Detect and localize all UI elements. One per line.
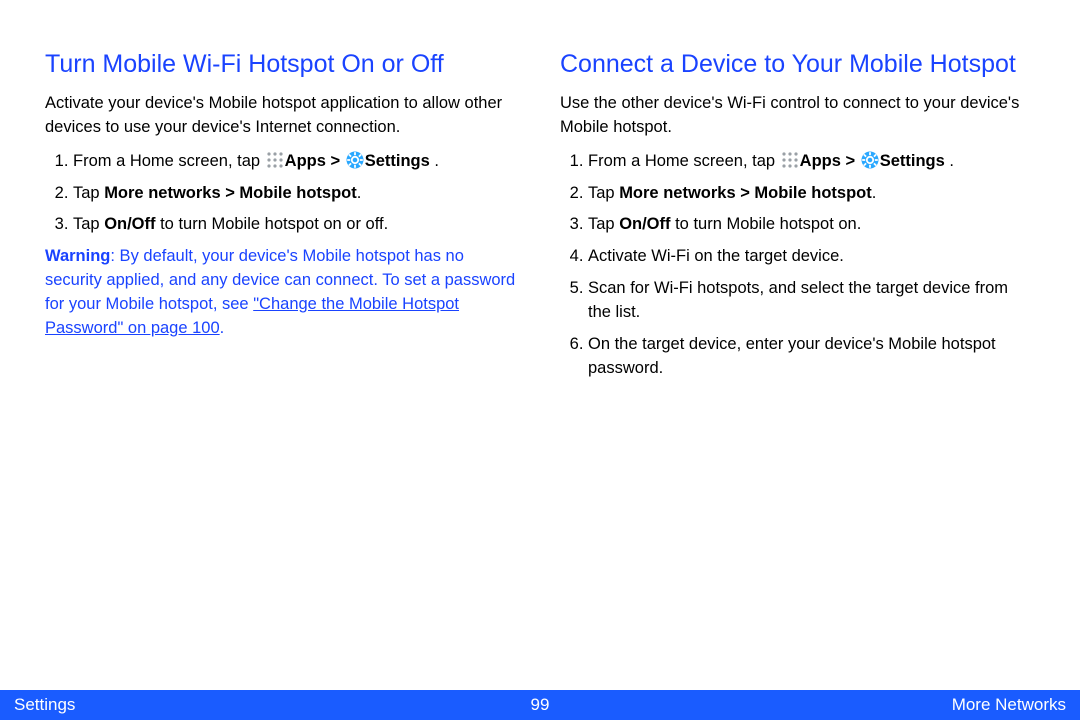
steps-right: From a Home screen, tap Apps > Settings … xyxy=(560,150,1035,381)
footer-left: Settings xyxy=(14,695,75,715)
step-2-right: Tap More networks > Mobile hotspot. xyxy=(588,182,1035,206)
step-text: From a Home screen, tap xyxy=(73,152,265,170)
apps-icon xyxy=(781,151,799,169)
settings-icon xyxy=(346,151,364,169)
settings-label: Settings xyxy=(880,152,945,170)
step-text: From a Home screen, tap xyxy=(588,152,780,170)
footer-right: More Networks xyxy=(952,695,1066,715)
step-text-post: . xyxy=(872,184,877,202)
step-text: Tap xyxy=(588,184,619,202)
more-networks-label: More networks > Mobile hotspot xyxy=(104,184,357,202)
apps-icon xyxy=(266,151,284,169)
step-text: Tap xyxy=(588,215,619,233)
right-column: Connect a Device to Your Mobile Hotspot … xyxy=(560,48,1035,720)
step-3-right: Tap On/Off to turn Mobile hotspot on. xyxy=(588,213,1035,237)
warning-note: Warning: By default, your device's Mobil… xyxy=(45,245,520,341)
apps-label: Apps > xyxy=(800,152,860,170)
step-5-right: Scan for Wi-Fi hotspots, and select the … xyxy=(588,277,1035,325)
step-text: Tap xyxy=(73,184,104,202)
step-3-left: Tap On/Off to turn Mobile hotspot on or … xyxy=(73,213,520,237)
step-text-post: to turn Mobile hotspot on or off. xyxy=(156,215,389,233)
warning-label: Warning xyxy=(45,247,110,265)
steps-left: From a Home screen, tap Apps > Settings … xyxy=(45,150,520,238)
onoff-label: On/Off xyxy=(104,215,155,233)
left-column: Turn Mobile Wi-Fi Hotspot On or Off Acti… xyxy=(45,48,520,720)
page-number: 99 xyxy=(531,695,550,715)
intro-left: Activate your device's Mobile hotspot ap… xyxy=(45,92,520,140)
step-text-post: . xyxy=(357,184,362,202)
step-1-left: From a Home screen, tap Apps > Settings … xyxy=(73,150,520,174)
intro-right: Use the other device's Wi-Fi control to … xyxy=(560,92,1035,140)
heading-connect-device: Connect a Device to Your Mobile Hotspot xyxy=(560,48,1035,82)
step-text-post: . xyxy=(945,152,954,170)
step-1-right: From a Home screen, tap Apps > Settings … xyxy=(588,150,1035,174)
step-text-post: . xyxy=(430,152,439,170)
step-text-post: to turn Mobile hotspot on. xyxy=(671,215,862,233)
more-networks-label: More networks > Mobile hotspot xyxy=(619,184,872,202)
step-4-right: Activate Wi-Fi on the target device. xyxy=(588,245,1035,269)
onoff-label: On/Off xyxy=(619,215,670,233)
step-text: Tap xyxy=(73,215,104,233)
settings-label: Settings xyxy=(365,152,430,170)
step-2-left: Tap More networks > Mobile hotspot. xyxy=(73,182,520,206)
step-6-right: On the target device, enter your device'… xyxy=(588,333,1035,381)
settings-icon xyxy=(861,151,879,169)
page-footer: Settings 99 More Networks xyxy=(0,690,1080,720)
apps-label: Apps > xyxy=(285,152,345,170)
warning-text-post: . xyxy=(220,319,225,337)
heading-turn-hotspot: Turn Mobile Wi-Fi Hotspot On or Off xyxy=(45,48,520,82)
